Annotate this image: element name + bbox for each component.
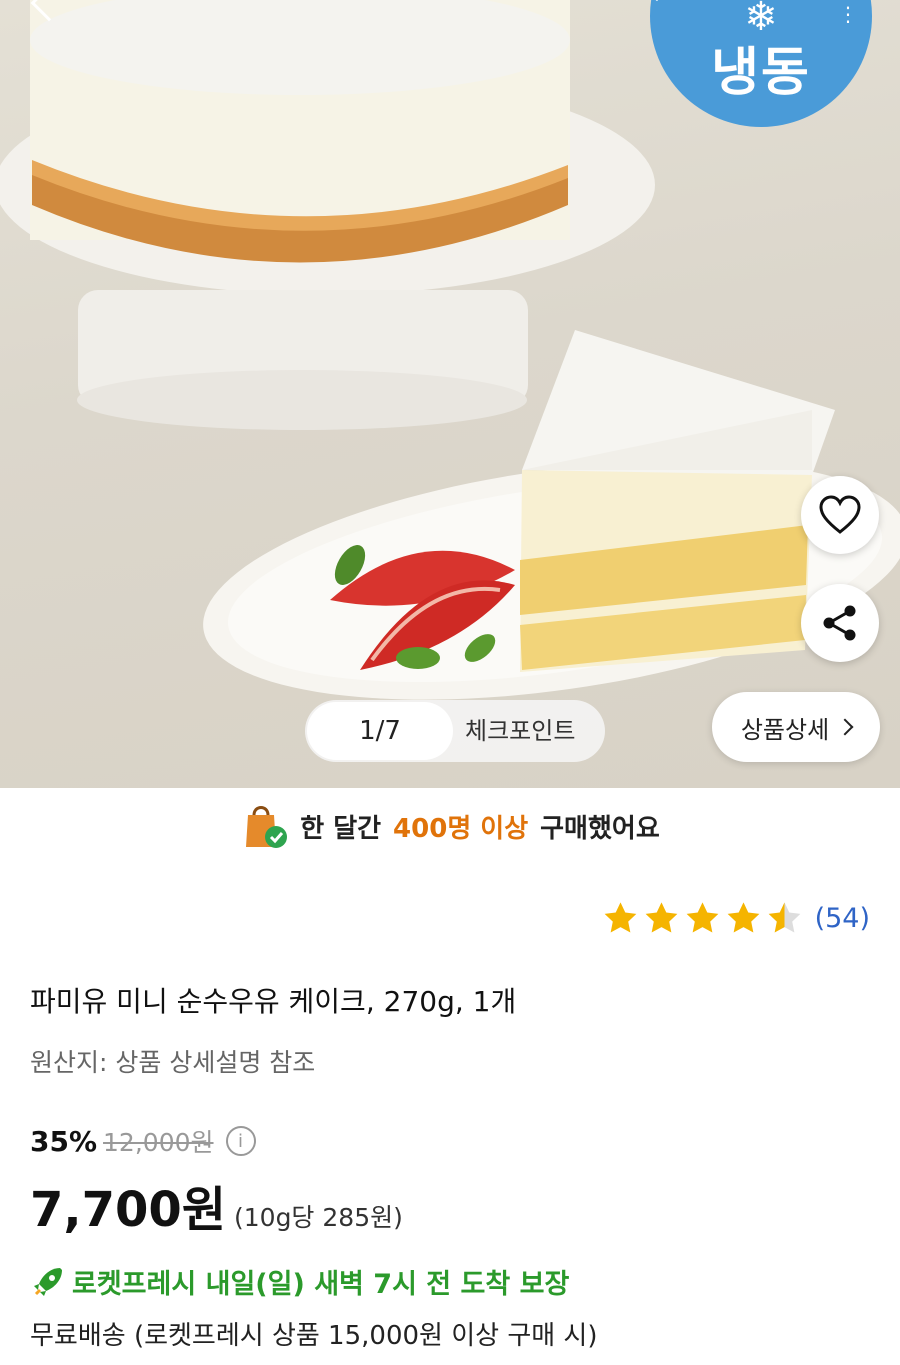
checkpoint-tab[interactable]: 체크포인트 [465,700,575,762]
product-image-gallery[interactable]: ❄ 냉동 ⋮ 1/7 체크포인트 상품상세 [0,0,900,788]
heart-icon [819,495,861,534]
shipping-info: 무료배송 (로켓프레시 상품 15,000원 이상 구매 시) [30,1321,598,1351]
share-button[interactable] [801,584,879,662]
product-detail-label: 상품상세 [740,715,830,744]
rocket-icon [34,1267,62,1296]
purchase-prefix: 한 달간 [300,813,382,844]
search-icon[interactable] [622,0,662,12]
purchase-count-banner: 한 달간 400명 이상 구매했어요 [0,796,900,856]
original-price: 12,000원 [103,1128,214,1157]
star-full-icon [645,902,677,933]
delivery-text: 로켓프레시 내일(일) 새벽 7시 전 도착 보장 [72,1269,570,1300]
info-icon[interactable]: i [225,1126,256,1156]
delivery-guarantee: 로켓프레시 내일(일) 새벽 7시 전 도착 보장 [30,1262,569,1301]
chevron-right-icon [836,718,854,736]
rating[interactable]: (54) [602,900,870,937]
star-full-icon [727,902,759,933]
snowflake-icon: ❄ [744,0,778,40]
purchase-highlight: 400명 이상 [393,813,529,844]
sale-price: 7,700원 [30,1182,226,1238]
frozen-label: 냉동 [711,43,811,103]
sale-price-row: 7,700원 (10g당 285원) [30,1170,403,1240]
discount-rate: 35% [30,1124,98,1158]
price-discount-row: 35% 12,000원 i [30,1123,256,1159]
product-detail-button[interactable]: 상품상세 [712,692,880,762]
page-counter: 1/7 [307,702,453,760]
review-count[interactable]: (54) [815,903,870,934]
more-icon[interactable]: ⋮ [838,2,862,26]
star-half-icon [768,902,800,933]
origin-info: 원산지: 상품 상세설명 참조 [30,1048,316,1077]
like-button[interactable] [801,476,879,554]
shopping-bag-check-icon [246,806,288,848]
star-full-icon [686,902,718,933]
product-title: 파미유 미니 순수우유 케이크, 270g, 1개 [30,985,517,1018]
gallery-pagination: 1/7 체크포인트 [305,700,605,762]
share-icon [823,605,856,641]
purchase-suffix: 구매했어요 [540,813,660,844]
star-full-icon [604,902,636,933]
unit-price: (10g당 285원) [234,1203,403,1232]
